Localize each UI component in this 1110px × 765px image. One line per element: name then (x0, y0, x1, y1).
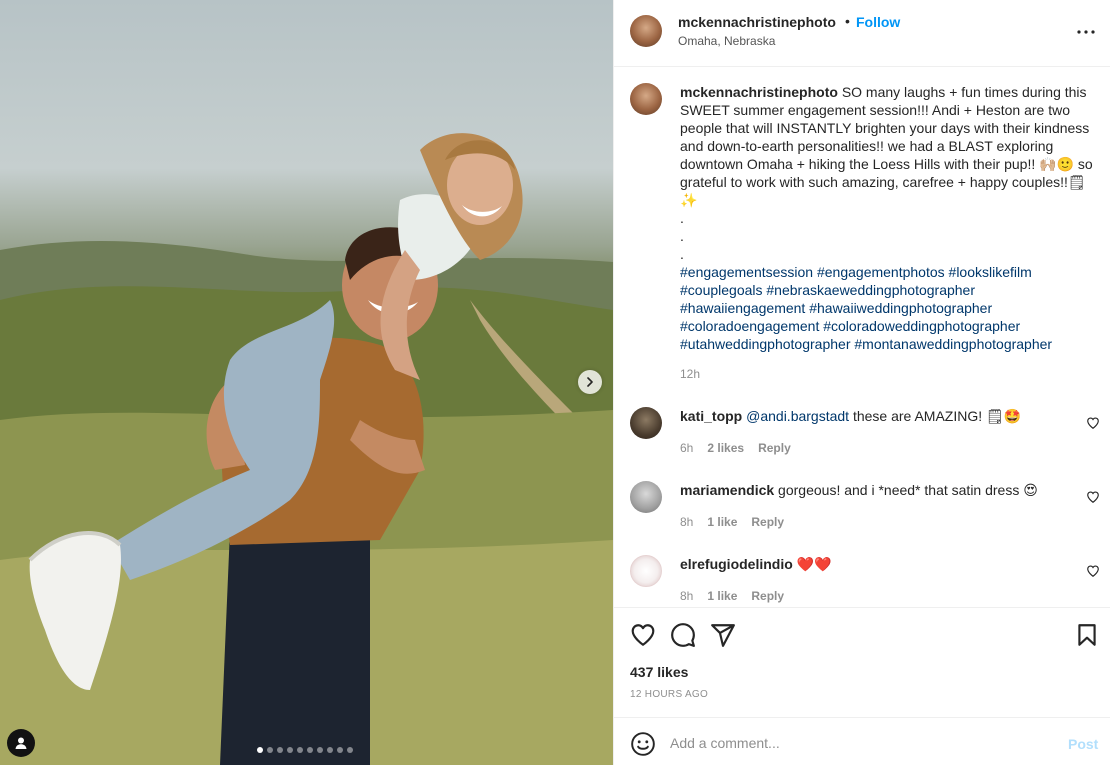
commenter-avatar[interactable] (630, 555, 662, 587)
likes-count[interactable]: 437 likes (630, 664, 688, 680)
post-location[interactable]: Omaha, Nebraska (678, 34, 775, 48)
carousel-indicator (257, 747, 353, 753)
caption-author-avatar[interactable] (630, 83, 662, 115)
post-photo[interactable] (0, 0, 613, 765)
commenter-username[interactable]: elrefugiodelindio (680, 556, 793, 572)
comment-time[interactable]: 8h (680, 589, 693, 603)
carousel-dot (267, 747, 273, 753)
author-avatar[interactable] (630, 15, 662, 47)
post-header: mckennachristinephoto • Follow Omaha, Ne… (614, 0, 1110, 67)
comment-heart-icon[interactable] (1086, 490, 1100, 504)
user-tag-icon (15, 737, 27, 749)
comment-item: kati_topp @andi.bargstadt these are AMAZ… (614, 407, 1110, 477)
comment-meta: 6h 2 likes Reply (680, 441, 791, 455)
comment-item: mariamendick gorgeous! and i *need* that… (614, 481, 1110, 551)
comment-body: ❤️❤️ (792, 556, 832, 572)
comment-composer: Post (614, 717, 1110, 765)
caption-timestamp[interactable]: 12h (680, 365, 1096, 383)
comment-text: elrefugiodelindio ❤️❤️ (680, 555, 1060, 573)
post-details-panel: mckennachristinephoto • Follow Omaha, Ne… (613, 0, 1110, 765)
carousel-dot (317, 747, 323, 753)
carousel-dot (287, 747, 293, 753)
carousel-dot (337, 747, 343, 753)
comment-reply-button[interactable]: Reply (751, 515, 784, 529)
comment-reply-button[interactable]: Reply (758, 441, 791, 455)
hashtag-line[interactable]: #hawaiiengagement #hawaiiweddingphotogra… (680, 299, 1096, 317)
paper-plane-icon[interactable] (710, 622, 736, 648)
separator-dot: • (845, 13, 850, 29)
next-photo-button[interactable] (578, 370, 602, 394)
carousel-dot (307, 747, 313, 753)
heart-icon[interactable] (630, 622, 656, 648)
comment-icon[interactable] (670, 622, 696, 648)
more-options-icon[interactable] (1074, 20, 1098, 44)
commenter-avatar[interactable] (630, 407, 662, 439)
caption-text: SO many laughs + fun times during this S… (680, 84, 1093, 208)
post-actions: 437 likes 12 HOURS AGO (614, 607, 1110, 717)
caption-dot: . (680, 228, 684, 244)
carousel-dot (277, 747, 283, 753)
comment-reply-button[interactable]: Reply (751, 589, 784, 603)
caption-dot: . (680, 210, 684, 226)
bookmark-icon[interactable] (1074, 622, 1100, 648)
caption-dot: . (680, 246, 684, 262)
carousel-dot (257, 747, 263, 753)
comment-heart-icon[interactable] (1086, 416, 1100, 430)
comment-mention[interactable]: @andi.bargstadt (746, 408, 849, 424)
carousel-dot (347, 747, 353, 753)
post-caption: mckennachristinephoto SO many laughs + f… (680, 83, 1096, 383)
carousel-dot (297, 747, 303, 753)
commenter-username[interactable]: kati_topp (680, 408, 742, 424)
author-username[interactable]: mckennachristinephoto (678, 14, 836, 30)
user-tag-button[interactable] (7, 729, 35, 757)
comment-text: mariamendick gorgeous! and i *need* that… (680, 481, 1060, 499)
commenter-username[interactable]: mariamendick (680, 482, 774, 498)
comment-input[interactable] (670, 730, 1030, 756)
chevron-right-icon (587, 377, 593, 387)
engagement-photo-scene (0, 133, 613, 765)
comment-likes[interactable]: 2 likes (707, 441, 744, 455)
emoji-icon[interactable] (630, 731, 656, 757)
comment-time[interactable]: 6h (680, 441, 693, 455)
comment-text: kati_topp @andi.bargstadt these are AMAZ… (680, 407, 1060, 425)
post-comment-button[interactable]: Post (1068, 736, 1098, 752)
comment-body: gorgeous! and i *need* that satin dress … (774, 482, 1038, 498)
comment-time[interactable]: 8h (680, 515, 693, 529)
comment-body: these are AMAZING! 🗒🤩 (849, 408, 1022, 424)
hashtag-line[interactable]: #couplegoals #nebraskaeweddingphotograph… (680, 281, 1096, 299)
hashtag-line[interactable]: #coloradoengagement #coloradoweddingphot… (680, 317, 1096, 335)
caption-hashtags[interactable]: #engagementsession #engagementphotos #lo… (680, 263, 1096, 353)
comment-likes[interactable]: 1 like (707, 515, 737, 529)
hashtag-line[interactable]: #engagementsession #engagementphotos #lo… (680, 263, 1096, 281)
caption-username[interactable]: mckennachristinephoto (680, 84, 838, 100)
commenter-avatar[interactable] (630, 481, 662, 513)
comment-heart-icon[interactable] (1086, 564, 1100, 578)
follow-button[interactable]: Follow (856, 14, 900, 30)
hashtag-line[interactable]: #utahweddingphotographer #montanawedding… (680, 335, 1096, 353)
comment-meta: 8h 1 like Reply (680, 589, 784, 603)
comment-meta: 8h 1 like Reply (680, 515, 784, 529)
comment-likes[interactable]: 1 like (707, 589, 737, 603)
post-timestamp[interactable]: 12 HOURS AGO (630, 689, 708, 700)
carousel-dot (327, 747, 333, 753)
